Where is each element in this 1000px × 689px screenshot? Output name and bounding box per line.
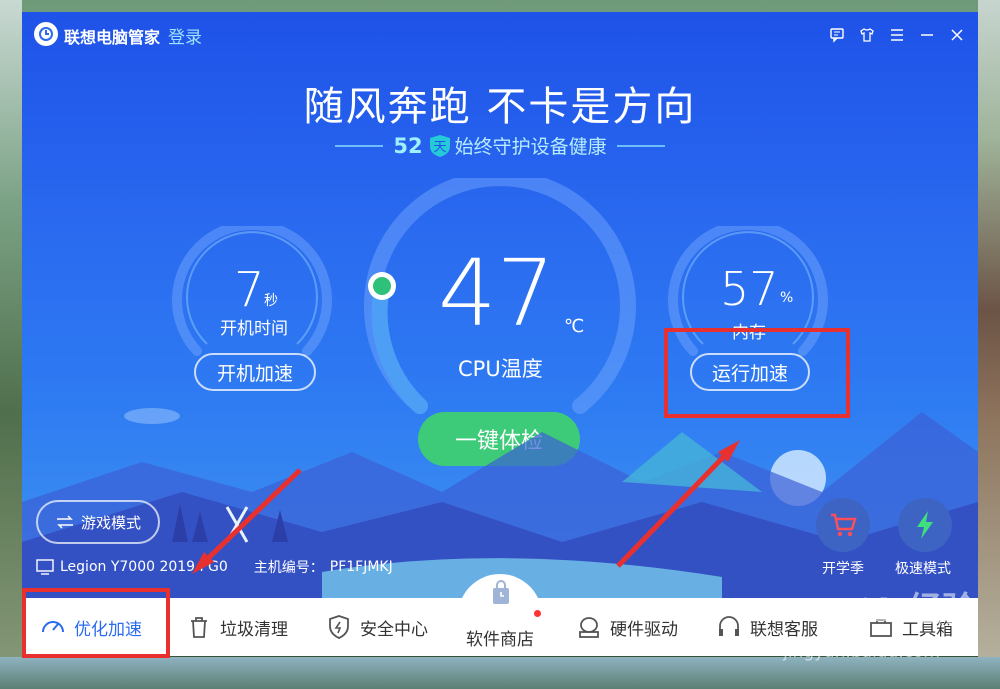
watermark-brand: Baidu经验 bbox=[821, 592, 976, 629]
watermark-url: jingyan.baidu.com bbox=[783, 642, 940, 662]
